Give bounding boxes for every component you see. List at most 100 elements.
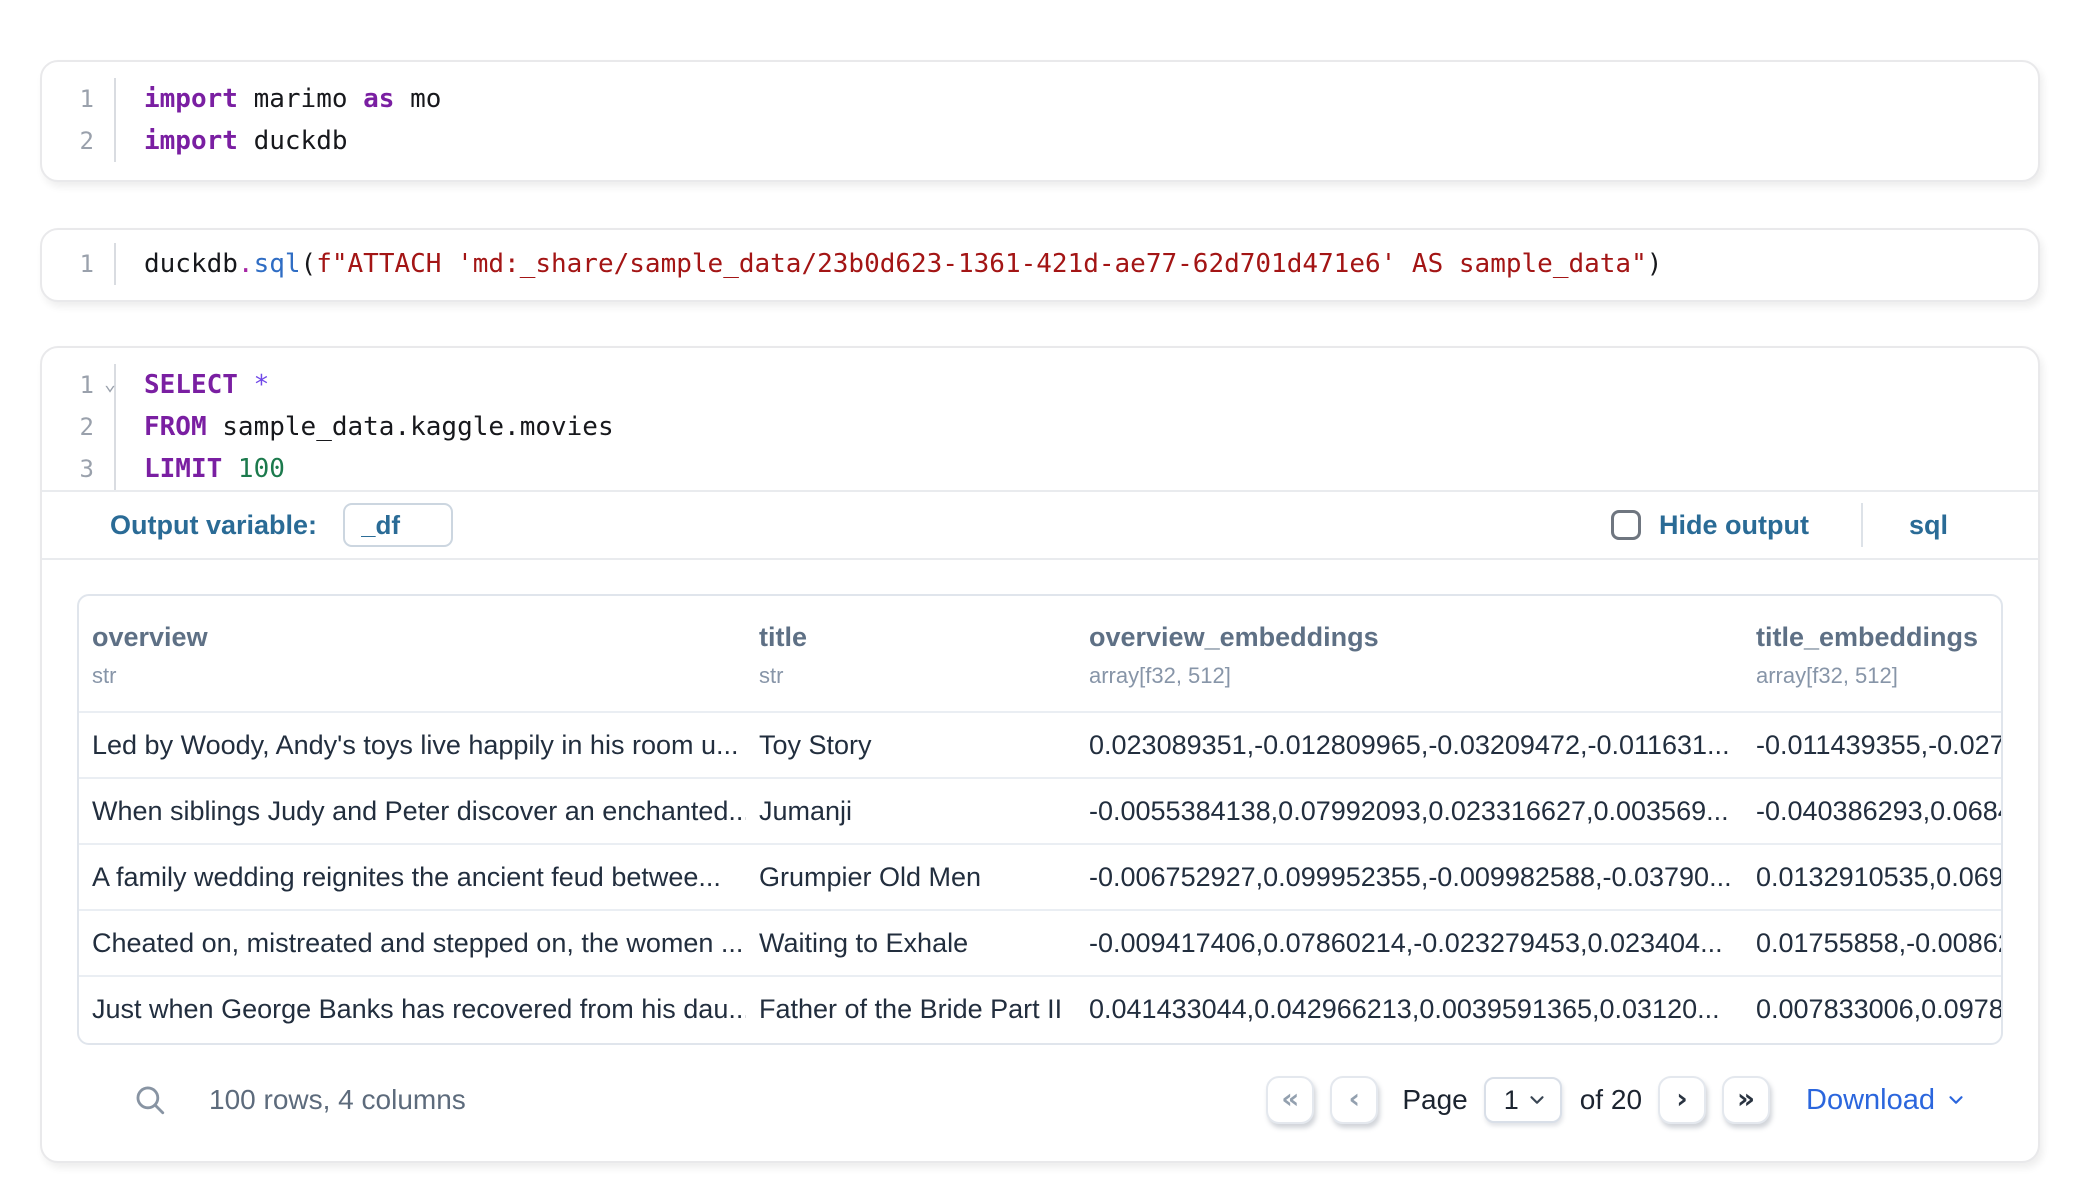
page-select-value: 1	[1504, 1085, 1526, 1116]
line-number: 1	[42, 243, 114, 285]
keyword-token: import	[144, 126, 238, 156]
row-count-summary: 100 rows, 4 columns	[209, 1084, 466, 1116]
previous-page-button[interactable]: ‹	[1330, 1076, 1378, 1124]
cell-title: Waiting to Exhale	[746, 911, 1076, 975]
code-cell-imports: 1 2 import marimo as mo import duckdb	[40, 60, 2040, 182]
cell-overview: Cheated on, mistreated and stepped on, t…	[79, 911, 746, 975]
last-page-icon: »	[1737, 1082, 1755, 1115]
first-page-button[interactable]: «	[1266, 1076, 1314, 1124]
code-token: mo	[394, 84, 441, 114]
code-lines: import marimo as mo import duckdb	[114, 78, 2038, 162]
code-token: marimo	[238, 84, 363, 114]
line-number-gutter: 1 2	[42, 78, 114, 162]
cell-overview-embeddings: -0.009417406,0.07860214,-0.023279453,0.0…	[1076, 911, 1743, 975]
cell-title-embeddings: -0.040386293,0.068451	[1743, 779, 2001, 843]
chevron-down-icon	[1526, 1089, 1548, 1111]
cell-output: overview str title str overview_embeddin…	[42, 560, 2038, 1161]
line-number: 2	[42, 406, 114, 448]
column-header-overview[interactable]: overview str	[79, 622, 746, 689]
marimo-notebook: 1 2 import marimo as mo import duckdb 1 …	[0, 0, 2086, 1192]
code-editor[interactable]: 1⌄ 2 3 SELECT * FROM sample_data.kaggle.…	[42, 364, 2038, 490]
next-page-button[interactable]: ›	[1658, 1076, 1706, 1124]
paren-token: )	[1647, 249, 1663, 279]
output-variable-input[interactable]	[343, 503, 453, 547]
download-label: Download	[1806, 1084, 1935, 1117]
number-token: 100	[222, 454, 285, 484]
line-number: 2	[42, 120, 114, 162]
toolbar-divider	[1861, 503, 1863, 547]
column-header-title-embeddings[interactable]: title_embeddings array[f32, 512]	[1743, 622, 2001, 689]
code-line: LIMIT 100	[144, 448, 2038, 490]
keyword-token: as	[363, 84, 394, 114]
fold-chevron-icon[interactable]: ⌄	[104, 364, 116, 406]
language-badge: sql	[1909, 510, 1948, 541]
code-editor[interactable]: 1 duckdb.sql(f"ATTACH 'md:_share/sample_…	[42, 243, 2038, 285]
code-cell-attach: 1 duckdb.sql(f"ATTACH 'md:_share/sample_…	[40, 228, 2040, 302]
table-header-row: overview str title str overview_embeddin…	[79, 596, 2001, 713]
column-type: str	[759, 663, 1076, 689]
code-lines: duckdb.sql(f"ATTACH 'md:_share/sample_da…	[114, 243, 2038, 285]
table-row: Just when George Banks has recovered fro…	[79, 977, 2001, 1043]
column-header-overview-embeddings[interactable]: overview_embeddings array[f32, 512]	[1076, 622, 1743, 689]
line-number-gutter: 1⌄ 2 3	[42, 364, 114, 490]
code-token: sample_data.kaggle.movies	[207, 412, 614, 442]
chevron-down-icon	[1945, 1089, 1967, 1111]
page-total: of 20	[1580, 1084, 1642, 1116]
table-row: Cheated on, mistreated and stepped on, t…	[79, 911, 2001, 977]
cell-overview-embeddings: -0.006752927,0.099952355,-0.009982588,-0…	[1076, 845, 1743, 909]
table-row: A family wedding reignites the ancient f…	[79, 845, 2001, 911]
hide-output-checkbox[interactable]	[1611, 510, 1641, 540]
sql-cell-toolbar: Output variable: Hide output sql	[42, 492, 2038, 558]
line-number: 1	[42, 78, 114, 120]
keyword-token: LIMIT	[144, 454, 222, 484]
column-type: array[f32, 512]	[1756, 663, 2001, 689]
previous-page-icon: ‹	[1349, 1082, 1361, 1115]
search-icon[interactable]	[133, 1083, 167, 1117]
cell-overview: When siblings Judy and Peter discover an…	[79, 779, 746, 843]
cell-title: Jumanji	[746, 779, 1076, 843]
code-line: FROM sample_data.kaggle.movies	[144, 406, 2038, 448]
cell-title: Father of the Bride Part II	[746, 977, 1076, 1043]
hide-output-control: Hide output	[1611, 510, 1809, 541]
page-select[interactable]: 1	[1484, 1077, 1562, 1123]
next-page-icon: ›	[1676, 1082, 1688, 1115]
table-row: Led by Woody, Andy's toys live happily i…	[79, 713, 2001, 779]
cell-overview-embeddings: 0.041433044,0.042966213,0.0039591365,0.0…	[1076, 977, 1743, 1043]
cell-overview: Led by Woody, Andy's toys live happily i…	[79, 713, 746, 777]
code-lines: SELECT * FROM sample_data.kaggle.movies …	[114, 364, 2038, 490]
table-footer: 100 rows, 4 columns « ‹ Page 1 of 20 › »…	[77, 1045, 2003, 1161]
download-menu[interactable]: Download	[1806, 1084, 1967, 1117]
cell-title-embeddings: 0.0132910535,0.069585	[1743, 845, 2001, 909]
keyword-token: SELECT	[144, 370, 238, 400]
column-header-title[interactable]: title str	[746, 622, 1076, 689]
keyword-token: FROM	[144, 412, 207, 442]
star-token: *	[238, 370, 269, 400]
first-page-icon: «	[1281, 1082, 1299, 1115]
operator-token: .	[238, 249, 254, 279]
page-label: Page	[1402, 1084, 1467, 1116]
hide-output-label[interactable]: Hide output	[1659, 510, 1809, 541]
cell-overview: Just when George Banks has recovered fro…	[79, 977, 746, 1043]
cell-title-embeddings: -0.011439355,-0.027525	[1743, 713, 2001, 777]
code-token: duckdb	[144, 249, 238, 279]
table-row: When siblings Judy and Peter discover an…	[79, 779, 2001, 845]
cell-overview-embeddings: -0.0055384138,0.07992093,0.023316627,0.0…	[1076, 779, 1743, 843]
cell-title: Toy Story	[746, 713, 1076, 777]
last-page-button[interactable]: »	[1722, 1076, 1770, 1124]
code-line: SELECT *	[144, 364, 2038, 406]
cell-title-embeddings: 0.007833006,0.097801	[1743, 977, 2001, 1043]
code-line: duckdb.sql(f"ATTACH 'md:_share/sample_da…	[144, 243, 2038, 285]
paren-token: (	[301, 249, 317, 279]
dataframe-table: overview str title str overview_embeddin…	[77, 594, 2003, 1045]
code-line: import duckdb	[144, 120, 2038, 162]
code-editor[interactable]: 1 2 import marimo as mo import duckdb	[42, 78, 2038, 162]
output-variable-label: Output variable:	[110, 510, 317, 541]
cell-title-embeddings: 0.01755858,-0.0086286	[1743, 911, 2001, 975]
string-token: f"ATTACH 'md:_share/sample_data/23b0d623…	[316, 249, 1647, 279]
cell-overview: A family wedding reignites the ancient f…	[79, 845, 746, 909]
sql-cell: 1⌄ 2 3 SELECT * FROM sample_data.kaggle.…	[40, 346, 2040, 1163]
keyword-token: import	[144, 84, 238, 114]
column-type: str	[92, 663, 746, 689]
cell-overview-embeddings: 0.023089351,-0.012809965,-0.03209472,-0.…	[1076, 713, 1743, 777]
line-number: 1⌄	[42, 364, 114, 406]
